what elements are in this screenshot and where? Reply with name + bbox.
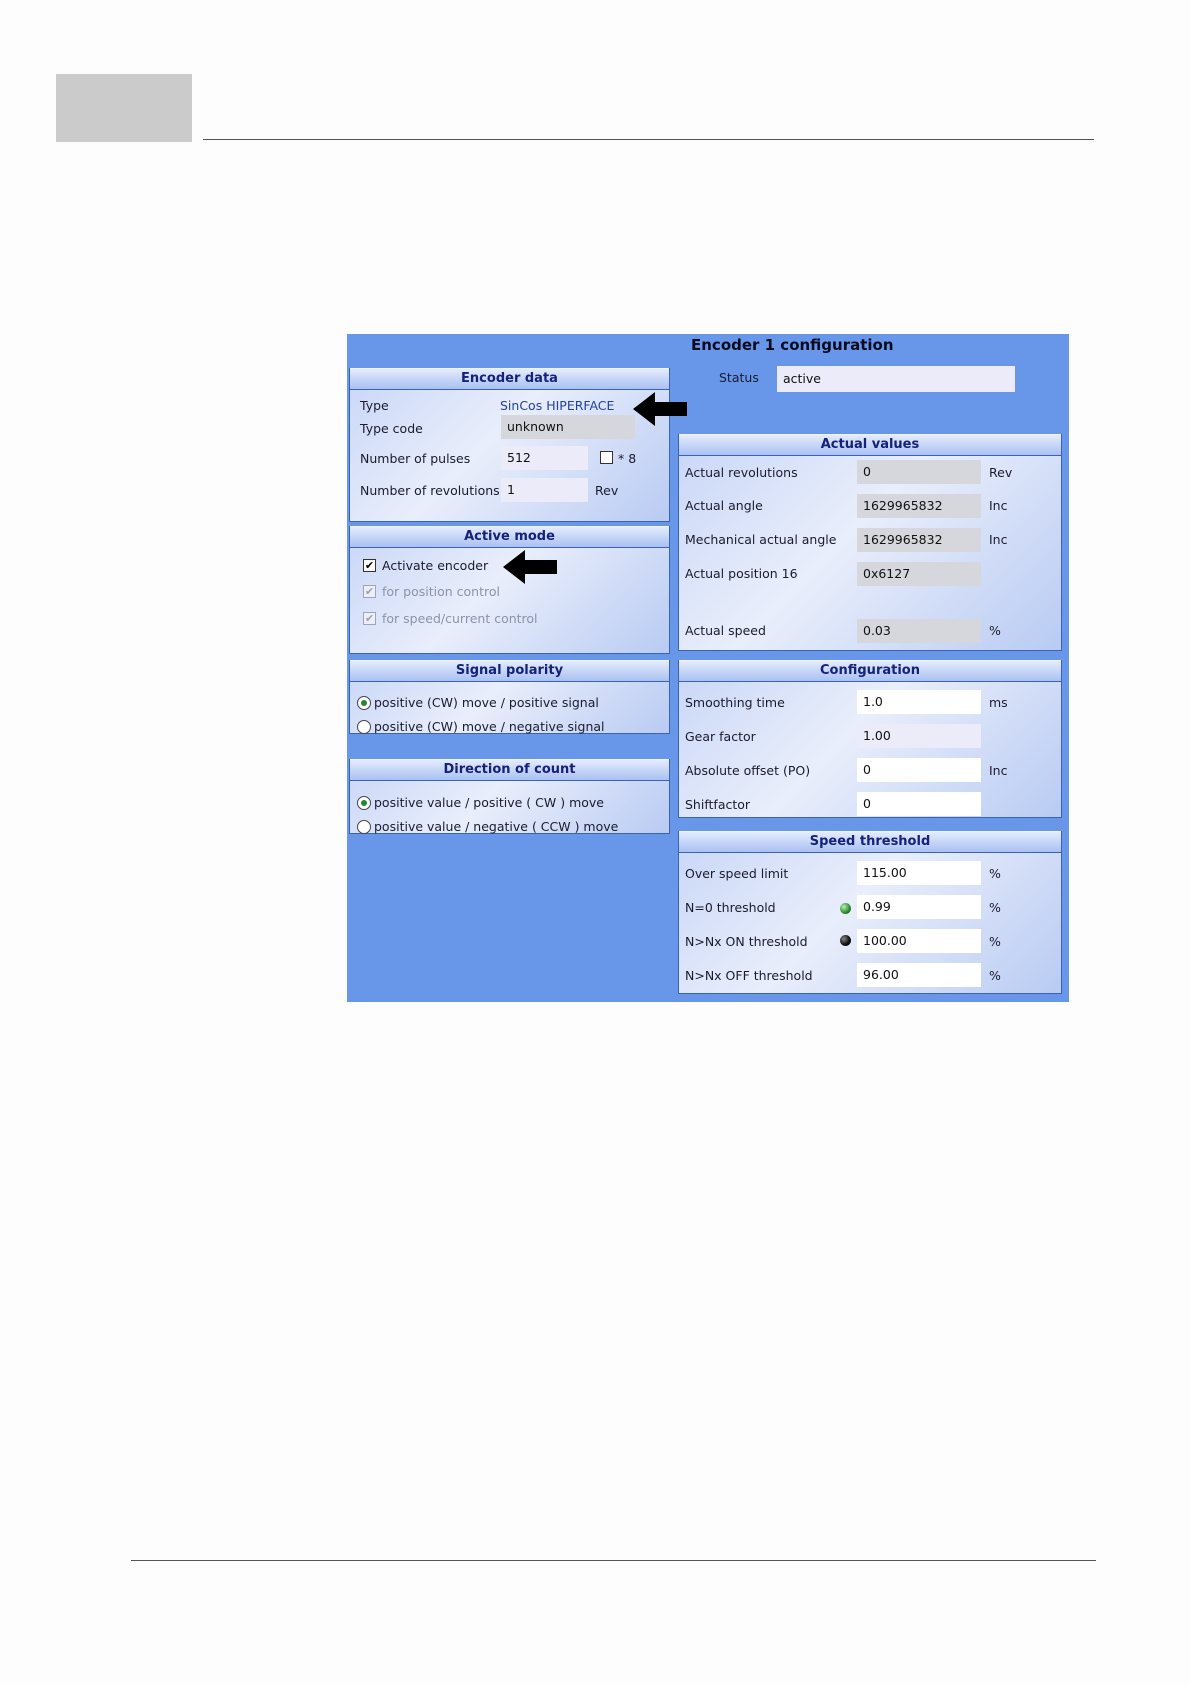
left-arrow-icon	[633, 392, 687, 426]
threshold-unit: %	[989, 968, 1001, 983]
actual-value-label: Actual position 16	[685, 566, 798, 581]
actual-value-field: 1629965832	[857, 528, 981, 552]
signal-polarity-panel: Signal polarity positive (CW) move / pos…	[349, 660, 670, 734]
activate-encoder-checkbox[interactable]: ✔	[363, 559, 376, 572]
pulses-label: Number of pulses	[360, 451, 471, 466]
revolutions-field[interactable]: 1	[501, 478, 588, 502]
direction-option-ccw[interactable]: positive value / negative ( CCW ) move	[374, 819, 618, 834]
threshold-label: N=0 threshold	[685, 900, 776, 915]
threshold-label: Over speed limit	[685, 866, 789, 881]
polarity-radio-positive[interactable]	[357, 696, 371, 710]
actual-values-title: Actual values	[679, 434, 1061, 456]
active-mode-title: Active mode	[350, 526, 669, 548]
speed-control-checkbox: ✔	[363, 612, 376, 625]
direction-radio-ccw[interactable]	[357, 820, 371, 834]
threshold-unit: %	[989, 900, 1001, 915]
nx-on-status-led-icon	[840, 935, 851, 946]
speed-threshold-panel: Speed threshold Over speed limit 115.00 …	[678, 831, 1062, 994]
threshold-label: N>Nx OFF threshold	[685, 968, 813, 983]
n0-status-led-icon	[840, 903, 851, 914]
status-field: active	[777, 366, 1015, 392]
configuration-panel: Configuration Smoothing time 1.0 ms Gear…	[678, 660, 1062, 818]
position-control-checkbox: ✔	[363, 585, 376, 598]
direction-of-count-panel: Direction of count positive value / posi…	[349, 759, 670, 834]
config-label: Smoothing time	[685, 695, 785, 710]
position-control-label: for position control	[382, 584, 500, 599]
x8-label: * 8	[618, 451, 637, 466]
actual-value-label: Actual speed	[685, 623, 766, 638]
actual-value-field: 0	[857, 460, 981, 484]
type-code-field: unknown	[501, 415, 635, 439]
header-rule	[203, 139, 1094, 140]
signal-polarity-title: Signal polarity	[350, 660, 669, 682]
revolutions-unit: Rev	[595, 483, 619, 498]
header-gray-box	[56, 74, 192, 142]
status-label: Status	[719, 370, 759, 385]
encoder-data-title: Encoder data	[350, 368, 669, 390]
footer-rule	[131, 1560, 1096, 1561]
gear-factor-field[interactable]: 1.00	[857, 724, 981, 748]
actual-value-field: 0x6127	[857, 562, 981, 586]
config-unit: ms	[989, 695, 1008, 710]
window-title: Encoder 1 configuration	[691, 336, 894, 354]
actual-value-label: Actual revolutions	[685, 465, 798, 480]
shiftfactor-field[interactable]: 0	[857, 792, 981, 816]
x8-checkbox[interactable]	[600, 451, 613, 464]
config-label: Gear factor	[685, 729, 756, 744]
nx-off-threshold-field[interactable]: 96.00	[857, 963, 981, 987]
actual-value-label: Actual angle	[685, 498, 763, 513]
actual-value-unit: Inc	[989, 532, 1008, 547]
config-label: Shiftfactor	[685, 797, 751, 812]
speed-control-label: for speed/current control	[382, 611, 538, 626]
speed-threshold-title: Speed threshold	[679, 831, 1061, 853]
actual-value-unit: %	[989, 623, 1001, 638]
actual-value-label: Mechanical actual angle	[685, 532, 837, 547]
actual-value-field: 0.03	[857, 619, 981, 643]
direction-option-cw[interactable]: positive value / positive ( CW ) move	[374, 795, 604, 810]
polarity-option-positive[interactable]: positive (CW) move / positive signal	[374, 695, 599, 710]
threshold-unit: %	[989, 866, 1001, 881]
actual-value-field: 1629965832	[857, 494, 981, 518]
left-arrow-icon	[503, 550, 557, 584]
polarity-radio-negative[interactable]	[357, 720, 371, 734]
activate-encoder-label: Activate encoder	[382, 558, 489, 573]
threshold-unit: %	[989, 934, 1001, 949]
over-speed-limit-field[interactable]: 115.00	[857, 861, 981, 885]
polarity-option-negative[interactable]: positive (CW) move / negative signal	[374, 719, 605, 734]
actual-value-unit: Rev	[989, 465, 1013, 480]
absolute-offset-field[interactable]: 0	[857, 758, 981, 782]
encoder-config-window: Encoder 1 configuration Status active En…	[347, 334, 1069, 1002]
config-unit: Inc	[989, 763, 1008, 778]
pulses-field[interactable]: 512	[501, 446, 588, 470]
n0-threshold-field[interactable]: 0.99	[857, 895, 981, 919]
active-mode-panel: Active mode ✔ Activate encoder ✔ for pos…	[349, 526, 670, 654]
smoothing-time-field[interactable]: 1.0	[857, 690, 981, 714]
encoder-data-panel: Encoder data Type SinCos HIPERFACE Type …	[349, 368, 670, 522]
revolutions-label: Number of revolutions	[360, 483, 500, 498]
configuration-title: Configuration	[679, 660, 1061, 682]
direction-radio-cw[interactable]	[357, 796, 371, 810]
threshold-label: N>Nx ON threshold	[685, 934, 808, 949]
type-label: Type	[360, 398, 389, 413]
type-code-label: Type code	[360, 421, 423, 436]
actual-value-unit: Inc	[989, 498, 1008, 513]
nx-on-threshold-field[interactable]: 100.00	[857, 929, 981, 953]
type-value: SinCos HIPERFACE	[500, 398, 615, 413]
config-label: Absolute offset (PO)	[685, 763, 811, 778]
actual-values-panel: Actual values Actual revolutions 0 Rev A…	[678, 434, 1062, 651]
direction-of-count-title: Direction of count	[350, 759, 669, 781]
